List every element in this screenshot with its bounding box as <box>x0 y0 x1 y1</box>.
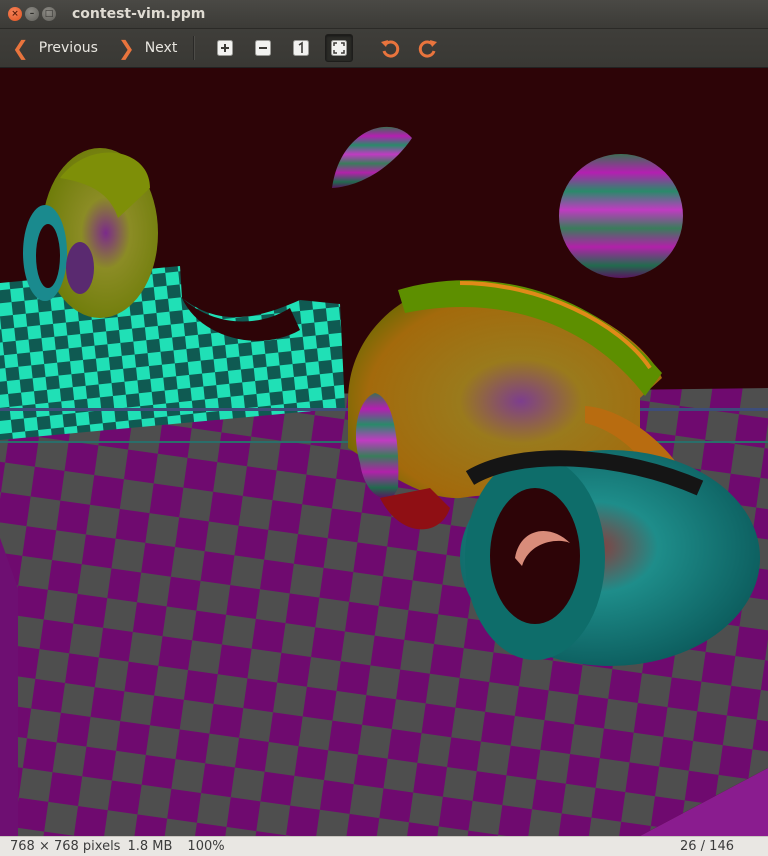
next-button[interactable]: ❯ Next <box>112 33 183 63</box>
previous-label: Previous <box>38 40 98 56</box>
zoom-normal-button[interactable] <box>287 34 315 62</box>
image-dimensions: 768 × 768 pixels <box>10 839 121 854</box>
zoom-fit-icon <box>331 40 348 56</box>
close-icon: × <box>11 8 19 19</box>
minimize-window-button[interactable]: – <box>25 7 39 21</box>
zoom-out-button[interactable] <box>249 34 277 62</box>
image-position: 26 / 146 <box>680 839 734 854</box>
zoom-normal-icon <box>293 40 310 56</box>
file-size: 1.8 MB <box>127 839 173 854</box>
zoom-fit-button[interactable] <box>325 34 354 62</box>
zoom-in-icon <box>217 40 234 56</box>
raytraced-image <box>0 68 768 836</box>
rotate-left-icon <box>381 40 400 58</box>
next-label: Next <box>144 40 178 56</box>
window-title: contest-vim.ppm <box>72 6 206 22</box>
chevron-left-icon: ❮ <box>12 36 29 60</box>
zoom-out-icon <box>255 40 272 56</box>
rotate-left-button[interactable] <box>376 34 404 62</box>
window-controls: × – □ <box>8 7 56 21</box>
maximize-icon: □ <box>44 8 54 19</box>
toolbar: ❮ Previous ❯ Next <box>0 29 768 68</box>
chevron-right-icon: ❯ <box>117 36 135 60</box>
status-bar: 768 × 768 pixels 1.8 MB 100% 26 / 146 <box>0 836 768 856</box>
close-window-button[interactable]: × <box>8 7 22 21</box>
image-view[interactable] <box>0 68 768 836</box>
toolbar-separator <box>193 36 195 60</box>
rotate-right-icon <box>419 40 438 58</box>
rotate-right-button[interactable] <box>414 34 442 62</box>
maximize-window-button[interactable]: □ <box>42 7 56 21</box>
title-bar: × – □ contest-vim.ppm <box>0 0 768 29</box>
minimize-icon: – <box>29 8 35 19</box>
zoom-level: 100% <box>187 839 225 854</box>
zoom-in-button[interactable] <box>211 34 239 62</box>
previous-button[interactable]: ❮ Previous <box>6 33 104 63</box>
